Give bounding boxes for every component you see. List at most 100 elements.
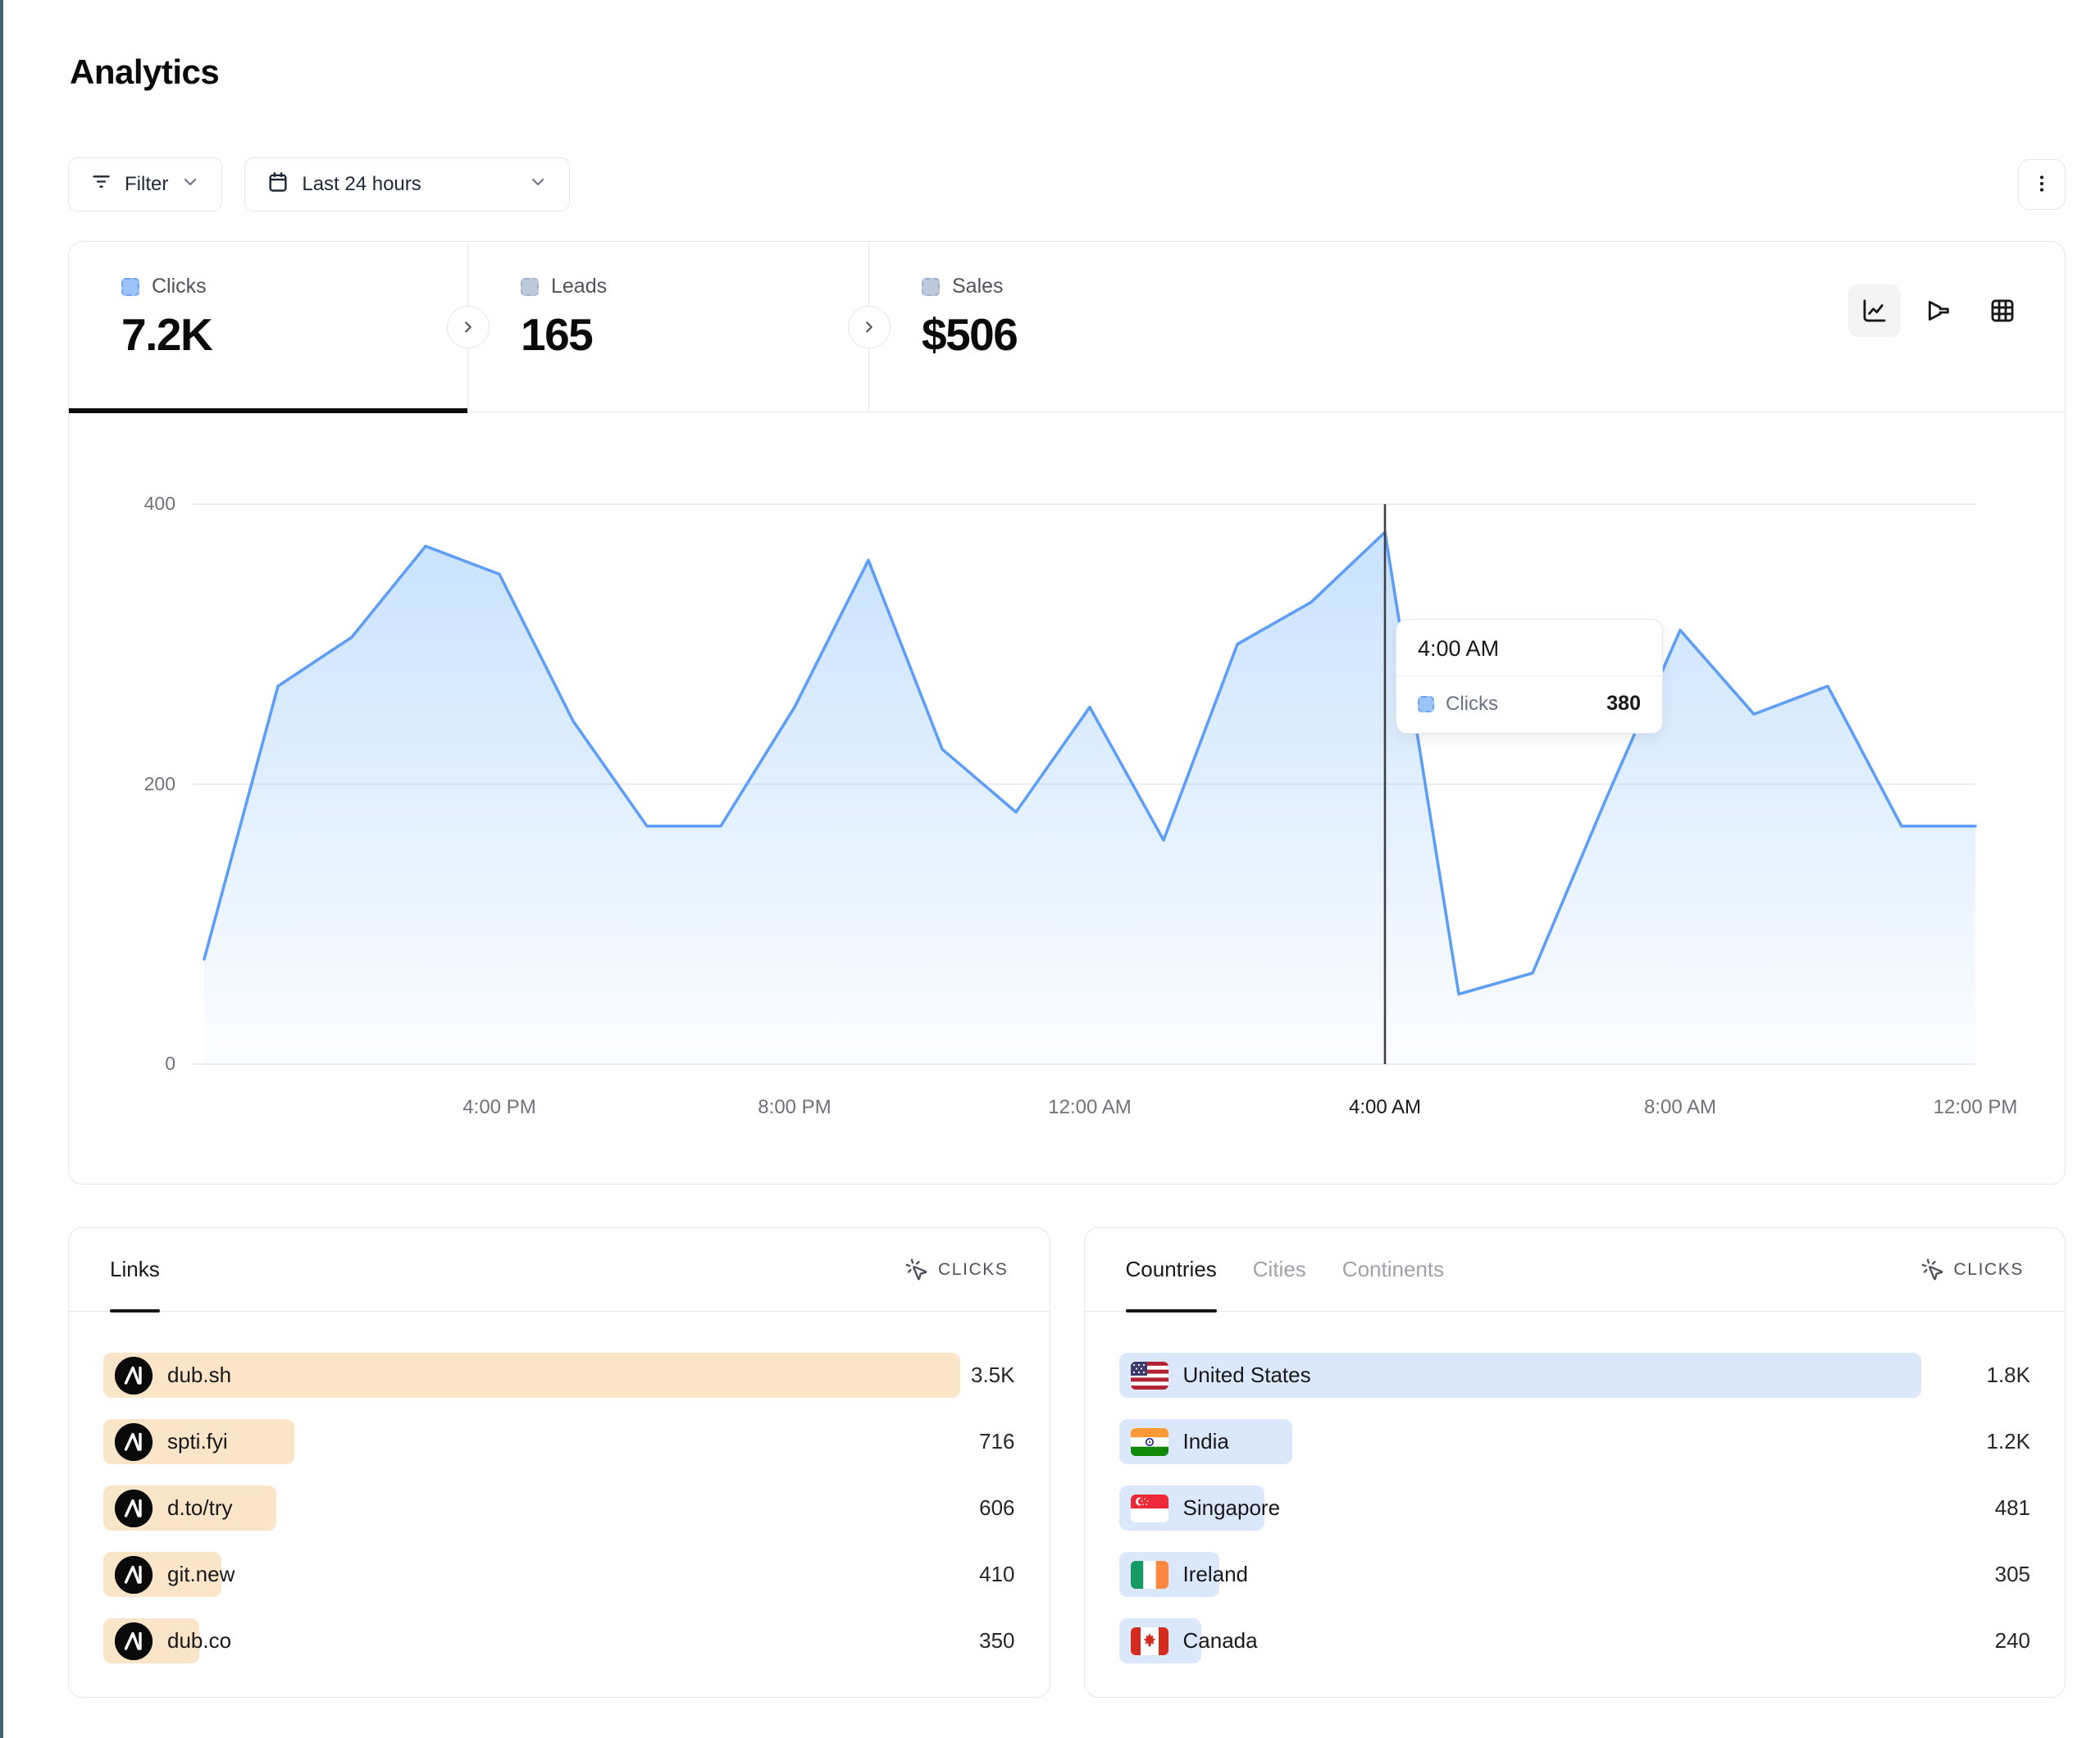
row-label: git.new [167,1562,235,1587]
row-value: 716 [979,1419,1014,1464]
country-row[interactable]: India 1.2K [1119,1419,2031,1464]
row-label: United States [1183,1363,1311,1388]
chevron-right-icon [860,318,878,336]
x-tick-label: 12:00 AM [1048,1096,1131,1119]
country-row[interactable]: Ireland 305 [1119,1552,2031,1597]
ca-flag-icon [1131,1627,1168,1655]
x-tick-label: 8:00 PM [758,1096,831,1119]
link-row[interactable]: git.new410 [103,1552,1015,1597]
funnel-chart-icon [1925,297,1952,325]
expand-clicks-button[interactable] [447,306,490,348]
links-list: dub.sh3.5K spti.fyi716 d.to/try 606 git.new4… [69,1312,1050,1663]
leads-value: 165 [521,308,868,361]
row-value: 3.5K [971,1353,1015,1398]
clicks-area-chart[interactable] [204,504,1975,1064]
row-value: 481 [1995,1485,2030,1531]
expand-leads-button[interactable] [848,306,891,348]
country-row[interactable]: United States1.8K [1119,1353,2031,1398]
row-label: d.to/try [167,1495,232,1521]
links-metric[interactable]: CLICKS [904,1258,1008,1282]
x-tick-label: 12:00 PM [1934,1096,2018,1119]
tab-cities[interactable]: Cities [1253,1228,1306,1311]
countries-list: United States1.8K India 1.2K Singapore 481 Ir… [1085,1312,2066,1663]
row-value: 1.2K [1987,1419,2031,1464]
ie-flag-icon [1131,1561,1168,1589]
x-tick-label: 4:00 PM [462,1096,535,1119]
chevron-down-icon [180,172,200,198]
x-tick-label: 8:00 AM [1644,1096,1716,1119]
clicks-value: 7.2K [121,308,467,361]
row-label: dub.co [167,1628,231,1654]
tab-countries[interactable]: Countries [1126,1228,1217,1311]
row-value: 350 [979,1618,1014,1663]
country-row[interactable]: Canada 240 [1119,1618,2031,1663]
countries-metric[interactable]: CLICKS [1920,1258,2024,1282]
in-flag-icon [1131,1428,1168,1456]
link-row[interactable]: dub.sh3.5K [103,1353,1015,1398]
tab-links[interactable]: Links [110,1228,160,1311]
tab-clicks[interactable]: Clicks 7.2K [69,242,468,412]
analytics-page: Analytics Filter Last 24 hours [68,0,2066,1698]
tab-continents[interactable]: Continents [1342,1228,1444,1311]
sg-flag-icon [1131,1495,1168,1522]
tooltip-series-name: Clicks [1446,693,1498,716]
dub-logo-icon [115,1490,153,1527]
link-row[interactable]: dub.co 350 [103,1618,1015,1663]
row-label: Canada [1183,1628,1258,1654]
links-panel: Links CLICKS dub.sh3.5K spti.fyi716 d.to/t… [68,1227,1050,1698]
funnel-chart-view-button[interactable] [1912,284,1965,337]
clicks-series-indicator [121,278,139,296]
clicks-series-indicator [1418,696,1434,712]
table-view-button[interactable] [1976,284,2029,337]
tab-sales[interactable]: Sales $506 [869,242,1270,412]
toolbar: Filter Last 24 hours [68,157,2066,212]
dub-logo-icon [115,1622,153,1660]
more-options-button[interactable] [2018,159,2066,210]
y-tick-label: 0 [100,1053,175,1075]
tooltip-value: 380 [1606,692,1641,716]
tab-leads[interactable]: Leads 165 [468,242,869,412]
row-label: India [1183,1429,1229,1454]
row-label: Ireland [1183,1562,1249,1587]
row-label: Singapore [1183,1495,1281,1521]
clicks-chart-area[interactable]: 0 200 400 4:00 PM 8:00 PM 12:00 AM 4:00 AM 8:0… [69,412,2065,1183]
date-range-label: Last 24 hours [302,173,421,196]
kebab-menu-icon [2031,173,2052,197]
stat-label: Clicks [152,275,207,298]
country-row[interactable]: Singapore 481 [1119,1485,2031,1531]
analytics-chart-card: Clicks 7.2K Leads 165 Sales $506 [68,241,2066,1185]
filter-label: Filter [125,173,168,196]
filter-button[interactable]: Filter [68,157,222,212]
leads-series-indicator [521,278,539,296]
chart-view-toggles [1848,284,2029,337]
row-value: 305 [1995,1552,2030,1597]
line-chart-icon [1861,297,1888,325]
page-title: Analytics [70,52,2066,92]
dub-logo-icon [115,1423,153,1461]
link-row[interactable]: spti.fyi716 [103,1419,1015,1464]
chevron-down-icon [528,172,548,198]
metric-label: CLICKS [938,1260,1008,1280]
row-value: 240 [1995,1618,2030,1663]
y-tick-label: 400 [100,493,175,515]
grid-table-icon [1988,297,2016,325]
chevron-right-icon [459,318,477,336]
clicks-area-fill [204,532,1975,1064]
y-tick-label: 200 [100,773,175,795]
link-row[interactable]: d.to/try 606 [103,1485,1015,1531]
date-range-button[interactable]: Last 24 hours [244,157,570,212]
line-chart-view-button[interactable] [1848,284,1901,337]
us-flag-icon [1131,1362,1168,1390]
tooltip-time: 4:00 AM [1396,620,1662,676]
stat-label: Sales [952,275,1004,298]
countries-panel: Countries Cities Continents CLICKS United … [1084,1227,2066,1698]
cursor-click-icon [904,1258,929,1282]
row-value: 606 [979,1485,1014,1531]
dub-logo-icon [115,1357,153,1394]
metric-label: CLICKS [1954,1260,2024,1280]
stat-label: Leads [551,275,607,298]
sales-series-indicator [922,278,940,296]
chart-tooltip: 4:00 AM Clicks 380 [1396,619,1663,734]
page-edge-accent [0,0,3,1738]
filter-icon [90,171,112,198]
